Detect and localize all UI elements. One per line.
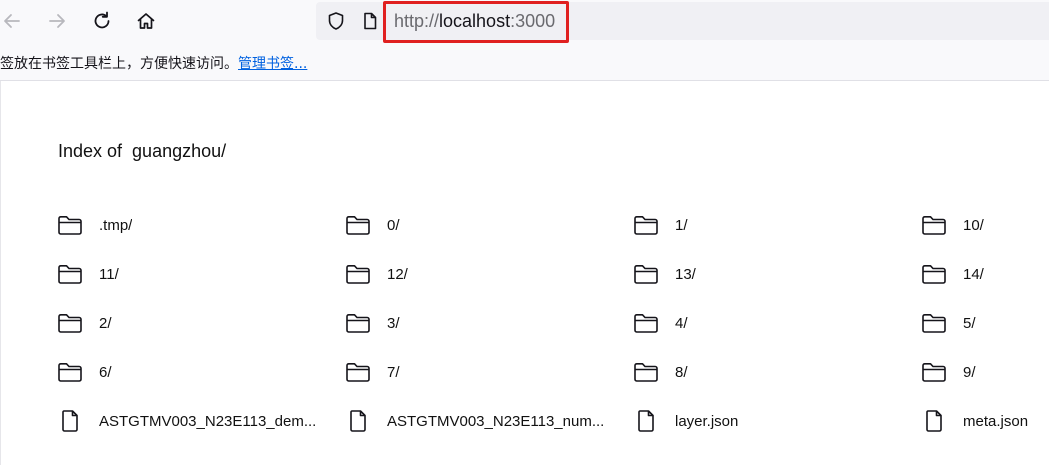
folder-entry[interactable]: 13/: [632, 258, 920, 290]
file-entry[interactable]: meta.json: [920, 405, 1049, 437]
folder-entry[interactable]: 10/: [920, 209, 1049, 241]
entry-name: ASTGTMV003_N23E113_dem...: [99, 412, 317, 430]
home-icon: [137, 13, 155, 29]
page-content: Index of guangzhou/ .tmp/0/1/10/11/12/13…: [0, 81, 1049, 465]
entry-name: 12/: [387, 265, 408, 283]
folder-icon: [920, 309, 948, 337]
folder-entry[interactable]: 6/: [56, 356, 344, 388]
folder-icon: [344, 309, 372, 337]
bookmarks-bar: 签放在书签工具栏上，方便快速访问。管理书签...: [0, 44, 1049, 81]
folder-icon: [632, 309, 660, 337]
folder-icon: [56, 358, 84, 386]
arrow-right-icon: [49, 14, 65, 28]
folder-entry[interactable]: 9/: [920, 356, 1049, 388]
folder-icon: [344, 211, 372, 239]
file-entry[interactable]: layer.json: [632, 405, 920, 437]
file-icon: [344, 407, 372, 435]
entry-name: 2/: [99, 314, 112, 332]
bookmarks-hint-text: 签放在书签工具栏上，方便快速访问。: [0, 56, 238, 72]
folder-entry[interactable]: 8/: [632, 356, 920, 388]
folder-icon: [344, 260, 372, 288]
page-title: Index of guangzhou/: [58, 141, 227, 161]
folder-entry[interactable]: 7/: [344, 356, 632, 388]
file-listing: .tmp/0/1/10/11/12/13/14/2/3/4/5/6/7/8/9/…: [56, 209, 1049, 454]
file-entry[interactable]: ASTGTMV003_N23E113_dem...: [56, 405, 344, 437]
reload-icon: [94, 11, 110, 29]
file-icon: [920, 407, 948, 435]
entry-name: 0/: [387, 216, 400, 234]
entry-name: 3/: [387, 314, 400, 332]
file-icon: [632, 407, 660, 435]
entry-name: .tmp/: [99, 216, 133, 234]
arrow-left-icon: [4, 14, 20, 28]
entry-name: 14/: [963, 265, 984, 283]
entry-name: meta.json: [963, 412, 1029, 430]
folder-icon: [632, 260, 660, 288]
folder-entry[interactable]: 0/: [344, 209, 632, 241]
file-entry[interactable]: ASTGTMV003_N23E113_num...: [344, 405, 632, 437]
folder-entry[interactable]: .tmp/: [56, 209, 344, 241]
url-highlight-annotation: [383, 1, 569, 43]
reload-button[interactable]: [86, 5, 118, 37]
page-icon[interactable]: [360, 11, 380, 31]
folder-icon: [56, 309, 84, 337]
entry-name: 4/: [675, 314, 688, 332]
folder-entry[interactable]: 11/: [56, 258, 344, 290]
entry-name: 6/: [99, 363, 112, 381]
folder-icon: [920, 211, 948, 239]
entry-name: 9/: [963, 363, 976, 381]
folder-icon: [632, 358, 660, 386]
entry-name: 5/: [963, 314, 976, 332]
back-button[interactable]: [0, 5, 28, 37]
folder-icon: [56, 260, 84, 288]
folder-icon: [920, 260, 948, 288]
folder-icon: [920, 358, 948, 386]
folder-entry[interactable]: 14/: [920, 258, 1049, 290]
forward-button[interactable]: [41, 5, 73, 37]
entry-name: ASTGTMV003_N23E113_num...: [387, 412, 605, 430]
entry-name: 7/: [387, 363, 400, 381]
home-button[interactable]: [130, 5, 162, 37]
folder-entry[interactable]: 5/: [920, 307, 1049, 339]
bookmarks-message: 签放在书签工具栏上，方便快速访问。管理书签...: [0, 53, 307, 73]
folder-entry[interactable]: 1/: [632, 209, 920, 241]
browser-toolbar: http://localhost:3000: [0, 0, 1049, 44]
shield-icon[interactable]: [326, 11, 346, 31]
entry-name: layer.json: [675, 412, 739, 430]
folder-icon: [56, 211, 84, 239]
folder-entry[interactable]: 3/: [344, 307, 632, 339]
file-icon: [56, 407, 84, 435]
entry-name: 1/: [675, 216, 688, 234]
folder-icon: [632, 211, 660, 239]
folder-entry[interactable]: 4/: [632, 307, 920, 339]
entry-name: 8/: [675, 363, 688, 381]
entry-name: 13/: [675, 265, 696, 283]
folder-entry[interactable]: 2/: [56, 307, 344, 339]
entry-name: 10/: [963, 216, 984, 234]
folder-icon: [344, 358, 372, 386]
folder-entry[interactable]: 12/: [344, 258, 632, 290]
entry-name: 11/: [99, 265, 119, 283]
manage-bookmarks-link[interactable]: 管理书签...: [238, 56, 307, 72]
